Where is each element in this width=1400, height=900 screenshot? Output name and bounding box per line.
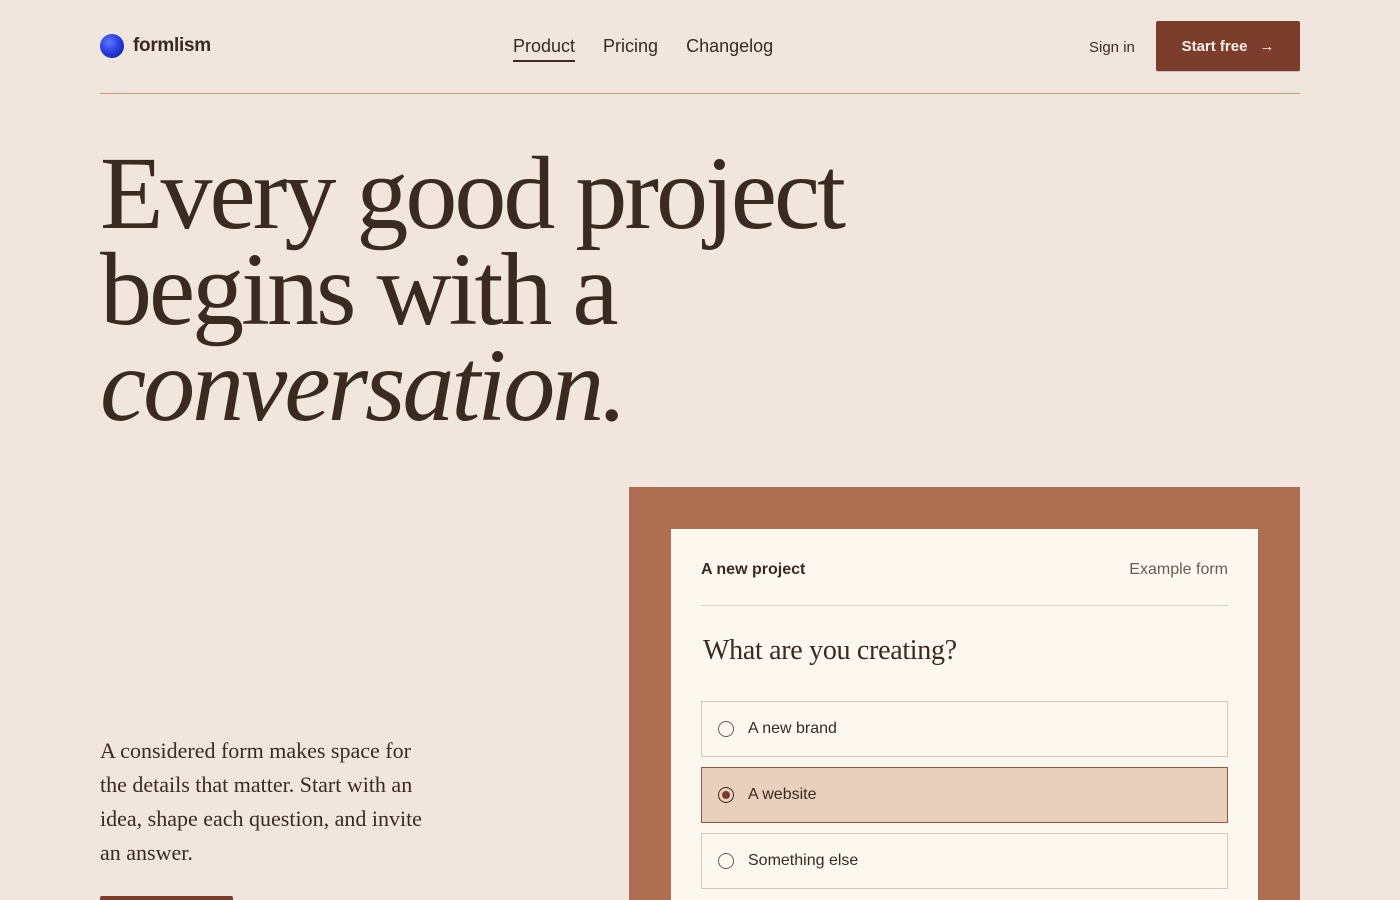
hero-heading: Every good project begins with a convers… [100, 136, 846, 443]
sign-in-link[interactable]: Sign in [1089, 39, 1135, 56]
option-label: Something else [748, 852, 859, 869]
form-question: What are you creating? [703, 635, 957, 666]
start-free-label: Start free [1181, 37, 1248, 55]
form-card: A new project Example form What are you … [671, 529, 1258, 900]
radio-selected-icon[interactable] [718, 787, 734, 803]
hero-line-3: conversation. [100, 328, 627, 443]
brand-logo[interactable]: formlism [100, 34, 211, 58]
blue-orb-icon [100, 34, 124, 58]
form-tag: Example form [1129, 561, 1228, 578]
cta-button-partial[interactable] [100, 896, 233, 900]
start-free-button[interactable]: Start free → [1156, 21, 1300, 71]
hero-lede: A considered form makes space for the de… [100, 738, 422, 865]
option-new-brand[interactable]: A new brand [701, 701, 1228, 757]
nav-link-product[interactable]: Product [513, 36, 576, 62]
option-website[interactable]: A website [701, 767, 1228, 823]
brand-name: formlism [133, 35, 211, 56]
form-card-header: A new project Example form [701, 529, 1228, 606]
main-nav: Product Pricing Changelog [513, 36, 773, 62]
arrow-right-icon: → [1259, 37, 1275, 55]
form-title: A new project [701, 561, 806, 578]
option-something-else[interactable]: Something else [701, 833, 1228, 889]
nav-link-changelog[interactable]: Changelog [686, 36, 773, 62]
hero-line-1: Every good project [100, 136, 846, 251]
nav-link-pricing[interactable]: Pricing [603, 36, 658, 62]
radio-icon[interactable] [718, 853, 734, 869]
site-header: formlism Product Pricing Changelog Sign … [100, 0, 1300, 94]
radio-icon[interactable] [718, 721, 734, 737]
radio-dot-icon [722, 791, 730, 799]
option-label: A website [748, 786, 817, 803]
option-label: A new brand [748, 720, 837, 737]
example-form-panel: A new project Example form What are you … [629, 487, 1300, 900]
hero-line-2: begins with a [100, 232, 619, 347]
